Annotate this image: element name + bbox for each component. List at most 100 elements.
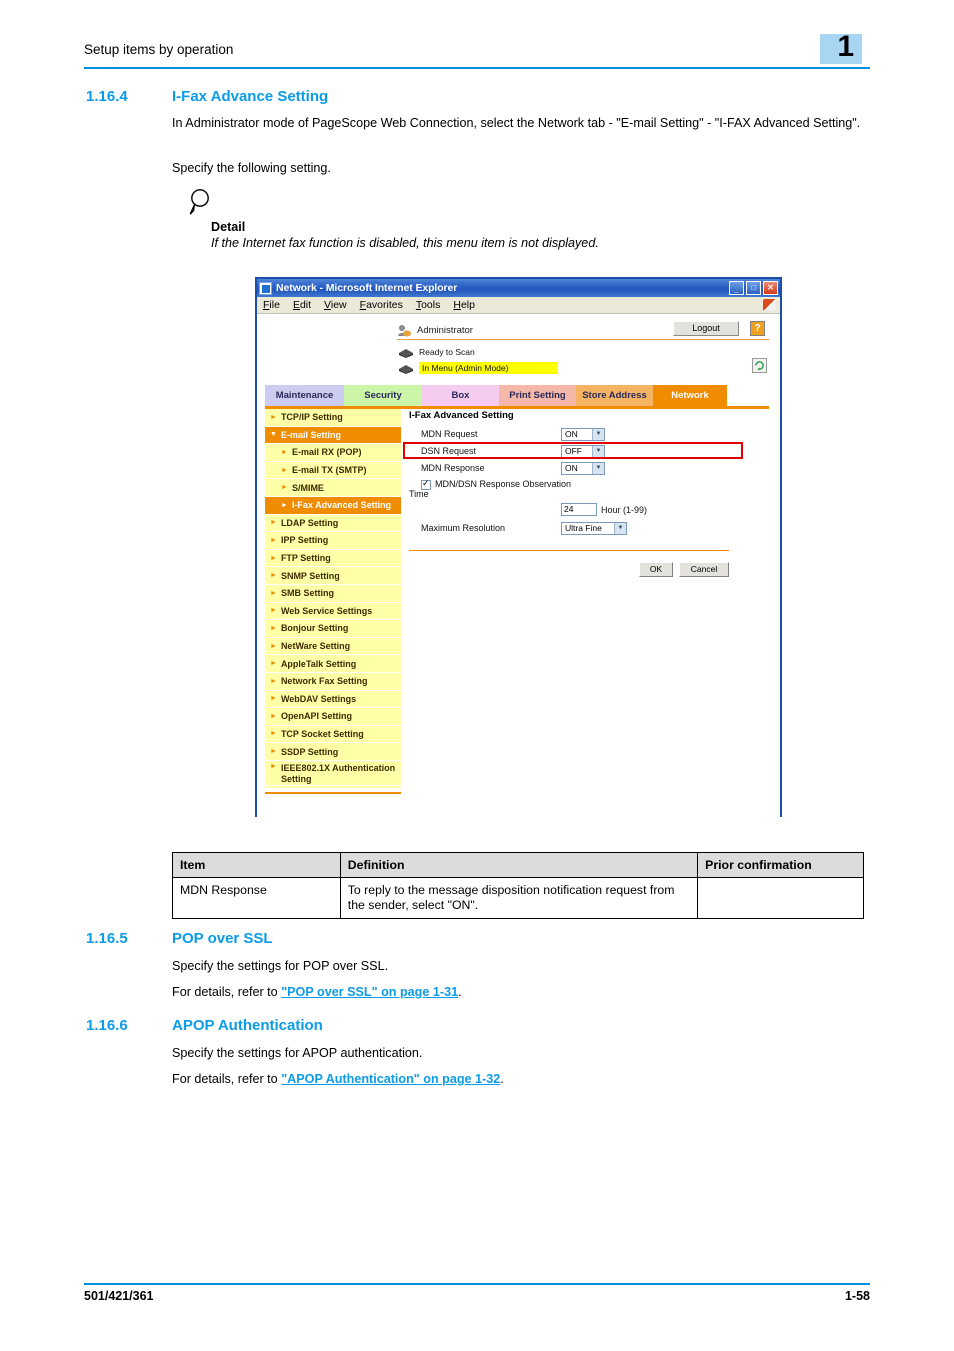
observation-label-cont: Time [409,489,429,499]
sidebar-item-ftp-setting[interactable]: ► FTP Setting [265,550,401,568]
sidebar-item-s-mime[interactable]: ► S/MIME [265,479,401,497]
sidebar-item-e-mail-tx-smtp-[interactable]: ► E-mail TX (SMTP) [265,462,401,480]
logout-button[interactable]: Logout [673,321,739,336]
maximize-button[interactable]: □ [746,281,761,295]
sidebar-item-e-mail-rx-pop-[interactable]: ► E-mail RX (POP) [265,444,401,462]
hour-input[interactable]: 24 [561,503,597,516]
status-row-2: In Menu (Admin Mode) [397,360,769,375]
sidebar-item-tcp-ip-setting[interactable]: ► TCP/IP Setting [265,409,401,427]
status-text: Ready to Scan [419,346,475,357]
mdn-response-label: MDN Response [421,463,485,473]
dsn-request-select[interactable]: OFF ▼ [561,444,605,458]
chevron-right-icon: ► [270,695,277,703]
tab-security[interactable]: Security [344,385,422,406]
chevron-right-icon: ► [270,642,277,650]
mdn-request-value: ON [565,429,578,439]
sidebar-item-ieee802-1x-authentication-setting[interactable]: ► IEEE802.1X Authentication Setting [265,761,401,786]
tab-label: Security [364,390,402,401]
menu-item-favorites[interactable]: Favorites [360,299,403,311]
refresh-button[interactable] [752,358,767,373]
tab-label: Maintenance [275,390,334,401]
section-1165-para2-prefix: For details, refer to [172,985,282,999]
ok-button[interactable]: OK [639,562,673,577]
browser-titlebar: Network - Microsoft Internet Explorer _ … [257,279,780,297]
observation-checkbox[interactable] [421,478,431,490]
mdn-request-select[interactable]: ON ▼ [561,427,605,441]
help-button[interactable]: ? [750,321,765,336]
sidebar-item-snmp-setting[interactable]: ► SNMP Setting [265,567,401,585]
chevron-right-icon: ► [281,501,288,509]
sidebar-item-ssdp-setting[interactable]: ► SSDP Setting [265,743,401,761]
sidebar-item-i-fax-advanced-setting[interactable]: ► I-Fax Advanced Setting [265,496,401,515]
sidebar-item-label: WebDAV Settings [280,693,357,704]
pop-over-ssl-link[interactable]: "POP over SSL" on page 1-31 [281,985,458,999]
tab-box[interactable]: Box [422,385,499,406]
sidebar-item-appletalk-setting[interactable]: ► AppleTalk Setting [265,655,401,673]
menu-item-view[interactable]: View [324,299,347,311]
section-1166-para2: For details, refer to "APOP Authenticati… [172,1071,504,1088]
dsn-request-value: OFF [565,446,582,456]
sidebar-item-ldap-setting[interactable]: ► LDAP Setting [265,515,401,533]
form-row-max-resolution: Maximum Resolution Ultra Fine ▼ [409,520,759,536]
sidebar-item-netware-setting[interactable]: ► NetWare Setting [265,638,401,656]
section-1166-para2-prefix: For details, refer to [172,1072,282,1086]
section-1164-para1: In Administrator mode of PageScope Web C… [172,116,861,130]
chevron-down-icon: ▼ [614,522,626,534]
tab-store-address[interactable]: Store Address [576,385,653,406]
dsn-request-label: DSN Request [421,446,477,456]
section-1166-para2-suffix: . [500,1072,504,1086]
sidebar-item-web-service-settings[interactable]: ► Web Service Settings [265,603,401,621]
chevron-down-icon: ▼ [592,462,604,474]
hour-row: 24 Hour (1-99) [409,503,759,516]
sidebar-item-tcp-socket-setting[interactable]: ► TCP Socket Setting [265,726,401,744]
tab-network[interactable]: Network [653,385,727,406]
sidebar-item-label: IPP Setting [280,535,329,546]
sidebar-item-network-fax-setting[interactable]: ► Network Fax Setting [265,673,401,691]
sidebar-menu[interactable]: ► TCP/IP Setting ▼ E-mail Setting ► E-mail RX… [265,409,401,788]
header-divider [84,67,870,69]
menu-item-edit[interactable]: Edit [293,299,311,311]
minimize-button[interactable]: _ [729,281,744,295]
close-button[interactable]: ✕ [763,281,778,295]
running-title: Setup items by operation [84,42,234,57]
chevron-right-icon: ► [281,484,288,492]
menu-item-file[interactable]: File [263,299,280,311]
table-row: MDN Response To reply to the message dis… [172,877,864,919]
mdn-request-label: MDN Request [421,429,478,439]
chevron-right-icon: ► [270,730,277,738]
detail-text: If the Internet fax function is disabled… [211,236,599,250]
main-tabs[interactable]: Maintenance Security Box Print Setting Store… [265,385,777,406]
sidebar-item-label: S/MIME [291,482,324,493]
max-resolution-select[interactable]: Ultra Fine ▼ [561,521,627,535]
sidebar-item-openapi-setting[interactable]: ► OpenAPI Setting [265,708,401,726]
page-header: Setup items by operation 1 [84,32,870,70]
apop-authentication-link[interactable]: "APOP Authentication" on page 1-32 [281,1072,500,1086]
user-icon [398,325,411,337]
spec-table: Item Definition Prior confirmation MDN R… [172,852,864,919]
form-title: I-Fax Advanced Setting [409,410,514,421]
sidebar-item-label: Bonjour Setting [280,623,349,634]
sidebar-item-label: SSDP Setting [280,746,339,757]
sidebar-item-ipp-setting[interactable]: ► IPP Setting [265,532,401,550]
section-number-1166: 1.16.6 [86,1017,128,1034]
printer-icon [399,364,413,374]
tab-print-setting[interactable]: Print Setting [499,385,576,406]
chevron-right-icon: ► [270,536,277,544]
footer-model: 501/421/361 [84,1289,154,1303]
chevron-right-icon: ► [270,413,277,421]
menu-item-help[interactable]: Help [453,299,475,311]
form-buttons: OK Cancel [409,562,729,577]
footer-page-number: 1-58 [844,1289,870,1303]
sidebar-item-e-mail-setting[interactable]: ▼ E-mail Setting [265,426,401,445]
chevron-down-icon: ▼ [592,445,604,457]
tab-maintenance[interactable]: Maintenance [265,385,344,406]
menu-item-tools[interactable]: Tools [416,299,441,311]
sidebar-item-webdav-settings[interactable]: ► WebDAV Settings [265,691,401,709]
minimize-icon: _ [734,285,739,294]
sidebar-item-bonjour-setting[interactable]: ► Bonjour Setting [265,620,401,638]
section-1166-para1: Specify the settings for APOP authentica… [172,1046,423,1060]
sidebar-item-smb-setting[interactable]: ► SMB Setting [265,585,401,603]
table-cell-prior [697,877,864,919]
mdn-response-select[interactable]: ON ▼ [561,461,605,475]
cancel-button[interactable]: Cancel [679,562,729,577]
